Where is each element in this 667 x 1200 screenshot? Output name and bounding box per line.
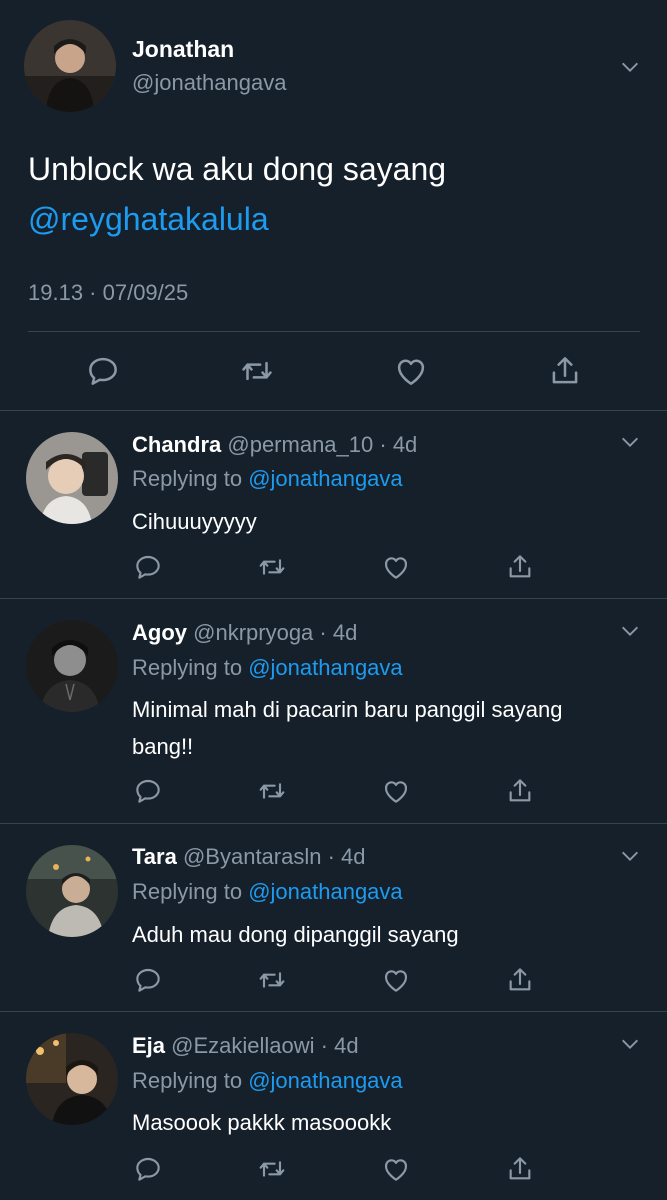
- reply-author-name[interactable]: Tara: [132, 844, 177, 869]
- reply-author-handle[interactable]: @permana_10: [227, 432, 373, 457]
- replying-to-mention[interactable]: @jonathangava: [248, 1068, 402, 1093]
- tweet-body: Unblock wa aku dong sayang: [28, 151, 447, 187]
- like-icon[interactable]: [380, 964, 412, 996]
- reply-author-handle[interactable]: @Ezakiellaowi: [171, 1033, 314, 1058]
- share-icon[interactable]: [504, 775, 536, 807]
- like-icon[interactable]: [380, 775, 412, 807]
- chevron-down-icon[interactable]: [613, 839, 647, 873]
- like-icon[interactable]: [392, 352, 430, 390]
- tweet-actions: [84, 352, 584, 390]
- reply-header: Chandra @permana_10 · 4d: [132, 432, 417, 458]
- reply-actions: [132, 550, 536, 584]
- reply-author-name[interactable]: Agoy: [132, 620, 187, 645]
- chevron-down-icon[interactable]: [613, 425, 647, 459]
- reply-icon[interactable]: [132, 551, 164, 583]
- reply-actions: [132, 1152, 536, 1186]
- reply-author-handle[interactable]: @nkrpryoga: [193, 620, 313, 645]
- share-icon[interactable]: [504, 964, 536, 996]
- replying-to-label: Replying to: [132, 655, 243, 680]
- like-icon[interactable]: [380, 1153, 412, 1185]
- replying-to-label: Replying to: [132, 466, 243, 491]
- reply-age: · 4d: [327, 844, 366, 869]
- chevron-down-icon[interactable]: [613, 1027, 647, 1061]
- divider: [0, 410, 667, 411]
- replying-to: Replying to @jonathangava: [132, 466, 403, 492]
- reply-header: Agoy @nkrpryoga · 4d: [132, 620, 357, 646]
- reply-header: Tara @Byantarasln · 4d: [132, 844, 366, 870]
- avatar[interactable]: [24, 20, 116, 112]
- avatar[interactable]: [26, 432, 118, 524]
- reply-author-name[interactable]: Chandra: [132, 432, 221, 457]
- replying-to: Replying to @jonathangava: [132, 655, 403, 681]
- reply-author-name[interactable]: Eja: [132, 1033, 165, 1058]
- reply-header: Eja @Ezakiellaowi · 4d: [132, 1033, 359, 1059]
- tweet-timestamp[interactable]: 19.13 · 07/09/25: [28, 280, 188, 306]
- avatar[interactable]: [26, 1033, 118, 1125]
- chevron-down-icon[interactable]: [613, 50, 647, 84]
- author-name[interactable]: Jonathan: [132, 36, 234, 63]
- reply-age: · 4d: [320, 1033, 359, 1058]
- reply-text: Minimal mah di pacarin baru panggil saya…: [132, 697, 563, 759]
- retweet-icon[interactable]: [256, 551, 288, 583]
- replying-to-mention[interactable]: @jonathangava: [248, 466, 402, 491]
- replying-to-label: Replying to: [132, 879, 243, 904]
- replying-to-mention[interactable]: @jonathangava: [248, 879, 402, 904]
- divider: [0, 1011, 667, 1012]
- replying-to: Replying to @jonathangava: [132, 1068, 403, 1094]
- reply-icon[interactable]: [84, 352, 122, 390]
- retweet-icon[interactable]: [256, 1153, 288, 1185]
- reply-icon[interactable]: [132, 775, 164, 807]
- reply-author-handle[interactable]: @Byantarasln: [183, 844, 322, 869]
- replying-to-label: Replying to: [132, 1068, 243, 1093]
- divider: [0, 598, 667, 599]
- retweet-icon[interactable]: [256, 775, 288, 807]
- reply-text: Cihuuuyyyyy: [132, 509, 257, 534]
- reply-text: Masoook pakkk masoookk: [132, 1110, 392, 1135]
- avatar[interactable]: [26, 620, 118, 712]
- retweet-icon[interactable]: [256, 964, 288, 996]
- share-icon[interactable]: [504, 551, 536, 583]
- reply-text: Aduh mau dong dipanggil sayang: [132, 922, 459, 947]
- divider: [0, 823, 667, 824]
- reply-icon[interactable]: [132, 1153, 164, 1185]
- reply-actions: [132, 963, 536, 997]
- author-handle[interactable]: @jonathangava: [132, 70, 286, 96]
- reply-age: · 4d: [319, 620, 358, 645]
- like-icon[interactable]: [380, 551, 412, 583]
- tweet-mention-link[interactable]: @reyghatakalula: [28, 194, 638, 244]
- divider: [28, 331, 640, 332]
- chevron-down-icon[interactable]: [613, 614, 647, 648]
- share-icon[interactable]: [504, 1153, 536, 1185]
- avatar[interactable]: [26, 845, 118, 937]
- reply-actions: [132, 774, 536, 808]
- tweet-text: Unblock wa aku dong sayang @reyghatakalu…: [28, 144, 638, 244]
- replying-to: Replying to @jonathangava: [132, 879, 403, 905]
- retweet-icon[interactable]: [238, 352, 276, 390]
- share-icon[interactable]: [546, 352, 584, 390]
- reply-age: · 4d: [379, 432, 418, 457]
- replying-to-mention[interactable]: @jonathangava: [248, 655, 402, 680]
- reply-icon[interactable]: [132, 964, 164, 996]
